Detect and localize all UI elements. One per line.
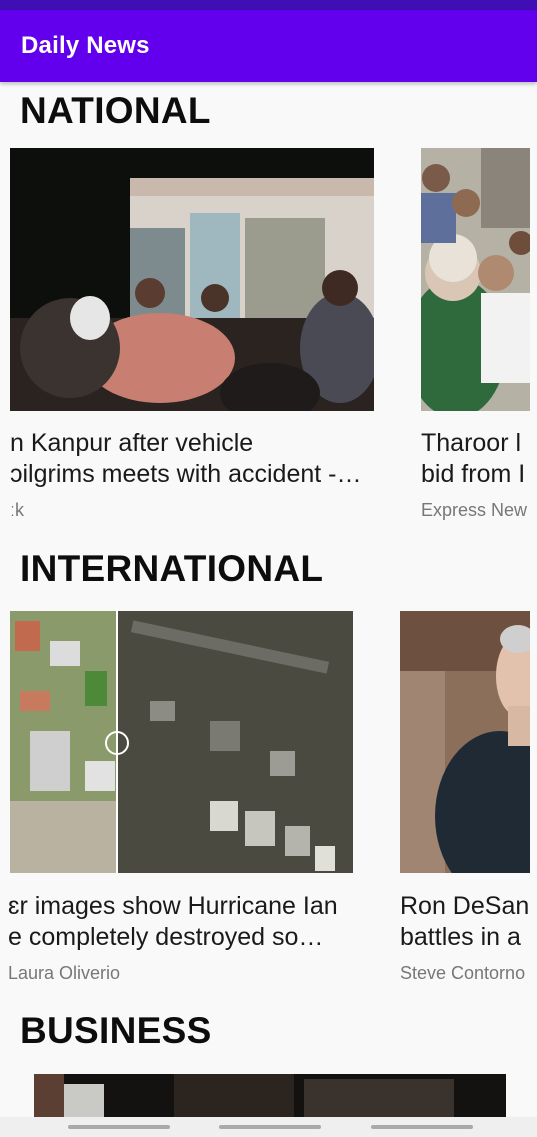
news-source: Laura Oliverio [8,963,121,983]
news-image [400,611,530,873]
headline-line: ɛr images show Hurricane Ian [8,892,338,920]
app-title: Daily News [21,32,150,59]
news-image [10,148,374,411]
section-title-business: BUSINESS [20,1010,212,1051]
news-source: Express New [421,500,528,520]
headline-line: e completely destroyed so… [8,923,324,951]
section-title-international: INTERNATIONAL [20,548,324,589]
app-bar: Daily News [0,10,537,82]
news-image [421,148,530,411]
headline-line: battles in a [400,923,521,951]
headline-line: n Kanpur after vehicle [10,429,254,457]
nav-pill[interactable] [68,1125,170,1129]
headline-line: Tharoor l [421,429,522,457]
section-title-national: NATIONAL [20,90,211,131]
news-image [10,611,353,873]
headline-line: Ron DeSan [400,892,530,920]
status-bar [0,0,537,10]
news-image [34,1074,506,1117]
headline-line: bid from I [421,460,526,488]
news-source: Steve Contorno [400,963,526,983]
system-nav-bar [0,1117,537,1137]
nav-pill[interactable] [219,1125,321,1129]
headline-line: ɔilgrims meets with accident -… [10,460,362,488]
nav-pill[interactable] [371,1125,473,1129]
news-source: ːk [10,500,25,520]
